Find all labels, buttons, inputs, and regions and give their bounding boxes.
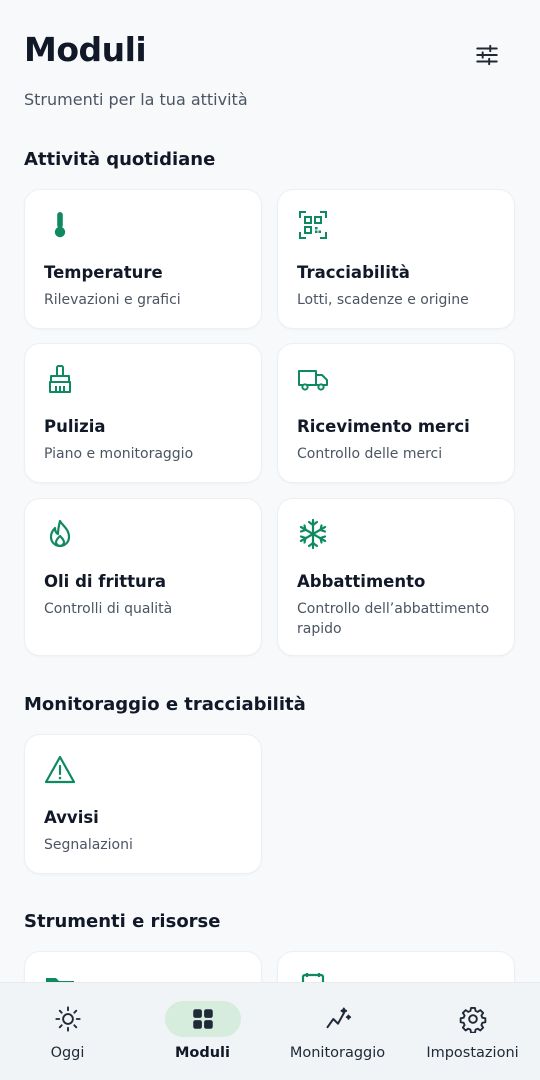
card-description: Segnalazioni xyxy=(44,837,133,853)
nav-icon-container xyxy=(30,1001,106,1037)
page-header: Moduli Strumenti per la tua attività xyxy=(24,30,516,109)
card-title: Avvisi xyxy=(44,808,99,827)
card-frying-oil[interactable]: Oli di frittura Controlli di qualità xyxy=(24,498,262,656)
nav-item-today[interactable]: Oggi xyxy=(0,983,135,1080)
section-title-monitoring: Monitoraggio e tracciabilità xyxy=(24,694,306,715)
card-description: Piano e monitoraggio xyxy=(44,446,194,462)
nav-label: Monitoraggio xyxy=(289,1045,386,1061)
nav-label: Impostazioni xyxy=(426,1045,519,1061)
card-description: Lotti, scadenze e origine xyxy=(297,292,469,308)
card-alerts[interactable]: Avvisi Segnalazioni xyxy=(24,734,262,874)
sliders-icon xyxy=(476,44,498,66)
nav-item-modules[interactable]: Moduli xyxy=(135,983,270,1080)
card-title: Pulizia xyxy=(44,417,106,436)
card-description: Rilevazioni e grafici xyxy=(44,292,181,308)
chart-line-icon xyxy=(326,1007,351,1029)
broom-icon xyxy=(49,365,71,393)
card-title: Abbattimento xyxy=(297,572,426,591)
card-description: Controllo dell’abbattimento rapido xyxy=(297,601,490,637)
nav-item-monitoring[interactable]: Monitoraggio xyxy=(270,983,405,1080)
gear-icon xyxy=(459,1006,486,1033)
card-title: Oli di frittura xyxy=(44,572,167,591)
card-blast-chilling[interactable]: Abbattimento Controllo dell’abbattimento… xyxy=(277,498,515,656)
card-description: Controlli di qualità xyxy=(44,601,173,617)
card-traceability[interactable]: Tracciabilità Lotti, scadenze e origine xyxy=(277,189,515,329)
thermometer-icon xyxy=(54,212,66,238)
card-temperature[interactable]: Temperature Rilevazioni e grafici xyxy=(24,189,262,329)
card-goods-receipt[interactable]: Ricevimento merci Controllo delle merci xyxy=(277,343,515,483)
truck-icon xyxy=(298,370,328,391)
card-cleaning[interactable]: Pulizia Piano e monitoraggio xyxy=(24,343,262,483)
nav-icon-container xyxy=(435,1001,511,1037)
card-description: Controllo delle merci xyxy=(297,446,443,462)
snowflake-icon xyxy=(299,518,327,550)
nav-label: Oggi xyxy=(50,1045,85,1061)
section-title-tools: Strumenti e risorse xyxy=(24,911,221,932)
warning-icon xyxy=(44,755,76,784)
flame-icon xyxy=(49,519,71,548)
card-title: Ricevimento merci xyxy=(297,417,470,436)
page-title: Moduli xyxy=(24,30,147,69)
bottom-navigation: Oggi Moduli Monitoraggio Impostazioni xyxy=(0,982,540,1080)
nav-label: Moduli xyxy=(174,1045,231,1061)
nav-icon-container xyxy=(300,1001,376,1037)
nav-item-settings[interactable]: Impostazioni xyxy=(405,983,540,1080)
grid-icon xyxy=(192,1009,213,1029)
page-subtitle: Strumenti per la tua attività xyxy=(24,90,248,109)
filter-settings-button[interactable] xyxy=(472,40,502,70)
sun-icon xyxy=(54,1006,81,1032)
card-title: Tracciabilità xyxy=(297,263,410,282)
qr-code-icon xyxy=(299,211,327,239)
card-title: Temperature xyxy=(44,263,163,282)
nav-icon-container xyxy=(164,1001,241,1037)
section-title-daily: Attività quotidiane xyxy=(24,149,216,170)
